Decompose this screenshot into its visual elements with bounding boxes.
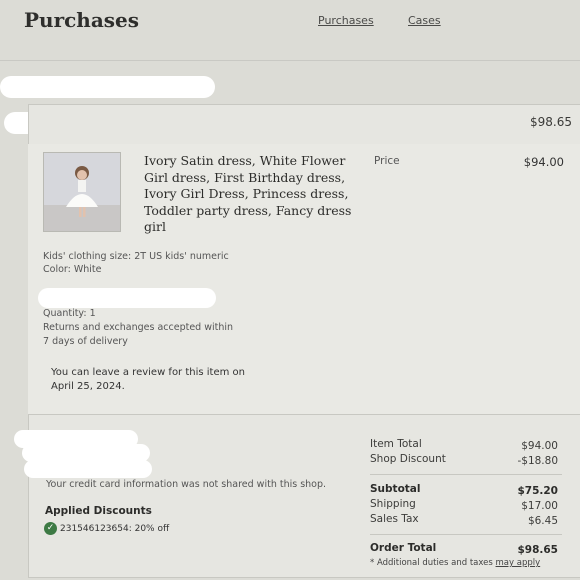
summary-rule (370, 534, 562, 535)
may-apply-link[interactable]: may apply (496, 558, 541, 568)
redaction (0, 76, 215, 98)
payment-note: Your credit card information was not sha… (46, 479, 327, 490)
shop-discount-label: Shop Discount (370, 453, 446, 465)
item-title-link[interactable]: Ivory Satin dress, White Flower Girl dre… (144, 153, 354, 236)
subtotal-label: Subtotal (370, 483, 421, 495)
discount-code: 231546123654: 20% off (60, 524, 170, 534)
price-value: $94.00 (523, 155, 564, 169)
duties-note-text: * Additional duties and taxes (370, 558, 493, 568)
applied-discounts-heading: Applied Discounts (45, 505, 152, 517)
item-size: Kids' clothing size: 2T US kids' numeric (43, 251, 229, 262)
order-total-label: Order Total (370, 542, 437, 554)
item-thumbnail[interactable] (43, 152, 121, 232)
nav-cases-link[interactable]: Cases (408, 14, 441, 27)
order-card-total: $98.65 (530, 115, 572, 129)
review-note-line1: You can leave a review for this item on (51, 367, 246, 378)
page-title: Purchases (24, 8, 140, 32)
shop-discount-value: -$18.80 (517, 455, 558, 467)
nav-purchases-link[interactable]: Purchases (318, 14, 374, 27)
duties-note: * Additional duties and taxes may apply (370, 558, 540, 568)
price-label: Price (374, 155, 400, 167)
item-total-label: Item Total (370, 438, 422, 450)
redaction (38, 288, 216, 308)
item-color: Color: White (43, 264, 102, 275)
order-total-value: $98.65 (517, 544, 558, 556)
item-quantity: Quantity: 1 (43, 308, 96, 319)
summary-rule (370, 474, 562, 475)
review-note-line2: April 25, 2024. (51, 381, 125, 392)
checkmark-icon: ✓ (44, 522, 57, 535)
returns-policy-line2: 7 days of delivery (43, 336, 128, 347)
returns-policy-line1: Returns and exchanges accepted within (43, 322, 234, 333)
shipping-label: Shipping (370, 498, 416, 510)
sales-tax-value: $6.45 (527, 515, 558, 527)
order-card-header (28, 104, 580, 145)
redaction (24, 460, 152, 478)
subtotal-value: $75.20 (517, 485, 558, 497)
item-total-value: $94.00 (521, 440, 558, 452)
sales-tax-label: Sales Tax (370, 513, 419, 525)
header-divider (0, 60, 580, 61)
section-divider (28, 414, 580, 415)
dress-photo-icon (44, 153, 120, 231)
shipping-value: $17.00 (521, 500, 558, 512)
